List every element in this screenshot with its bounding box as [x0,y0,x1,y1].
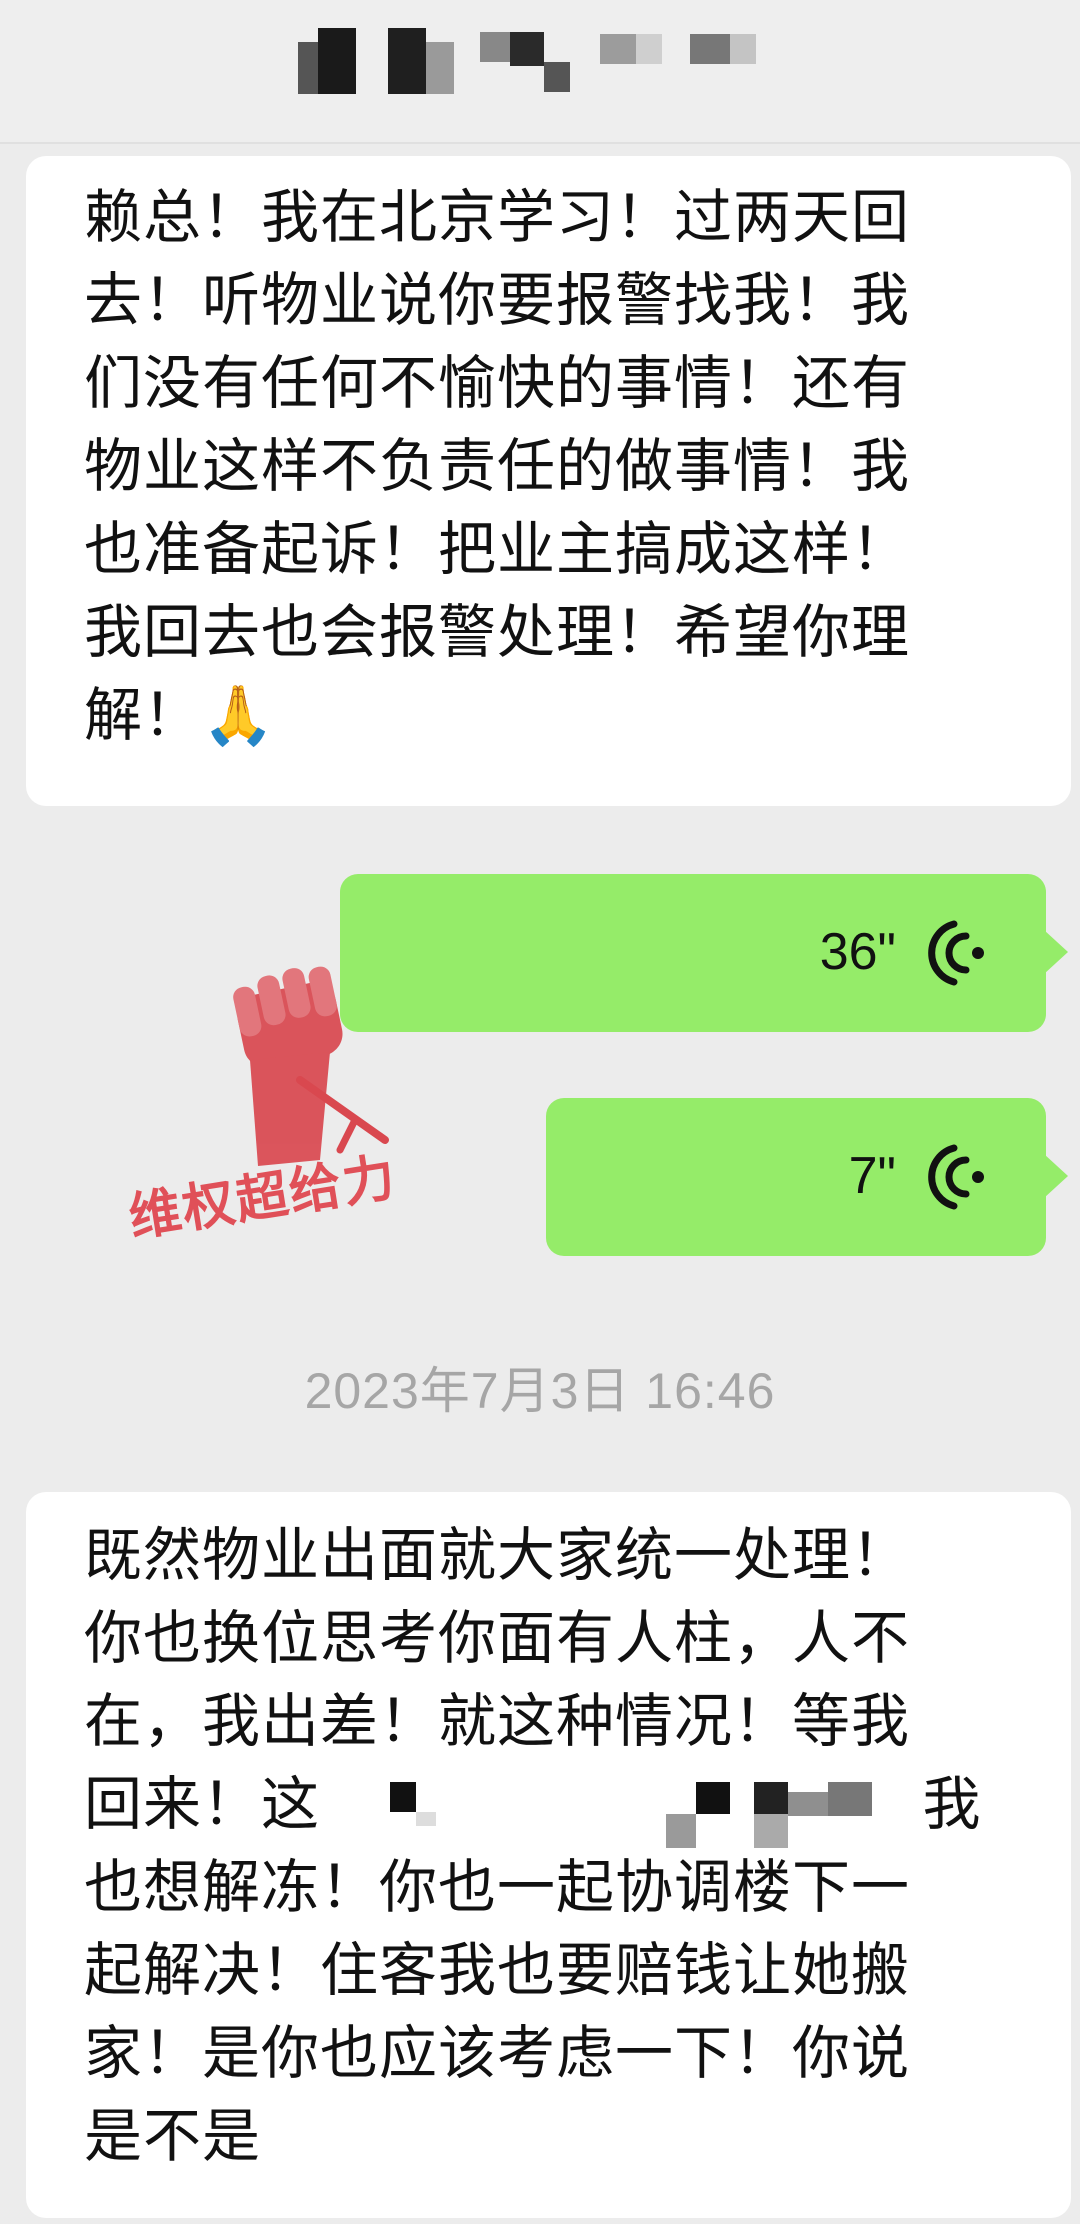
message-timestamp: 2023年7月3日 16:46 [304,1363,776,1419]
voice-wave-icon [928,1144,984,1210]
incoming-message-bubble[interactable]: 既然物业出面就大家统一处理！ 你也换位思考你面有人柱，人不 在，我出差！就这种情… [26,1492,1071,2218]
raised-fist-icon [233,966,389,1166]
message-text-line: 物业这样不负责任的做事情！我 [84,432,911,500]
message-text-line: 也准备起诉！把业主搞成这样！ [84,515,911,583]
message-text-line: 回来！这 我 [84,1770,982,1838]
voice-wave-icon [928,920,984,986]
incoming-message-bubble[interactable]: 赖总！我在北京学习！过两天回 去！听物业说你要报警找我！我 们没有任何不愉快的事… [26,156,1071,806]
voice-message-bubble[interactable]: 7" [546,1098,1068,1256]
message-text-line: 赖总！我在北京学习！过两天回 [84,183,911,251]
message-text-line: 们没有任何不愉快的事情！还有 [84,349,911,417]
message-text-line: 也想解冻！你也一起协调楼下一 [84,1853,911,1921]
message-text-line: 在，我出差！就这种情况！等我 [84,1687,911,1755]
message-text-line: 解！🙏 [84,681,276,749]
voice-duration: 7" [848,1147,896,1205]
message-text-line: 家！是你也应该考虑一下！你说 [84,2019,911,2087]
voice-duration: 36" [819,923,896,981]
message-text-line: 去！听物业说你要报警找我！我 [84,266,911,334]
message-text-line: 起解决！住客我也要赔钱让她搬 [84,1936,911,2004]
message-text-line: 你也换位思考你面有人柱，人不 [84,1604,911,1672]
message-text-line: 我回去也会报警处理！希望你理 [84,598,911,666]
chat-header [0,0,1080,144]
message-text-line: 既然物业出面就大家统一处理！ [84,1521,911,1589]
watermark: 维权超给力 [120,960,460,1260]
message-text-line: 是不是 [84,2102,262,2170]
